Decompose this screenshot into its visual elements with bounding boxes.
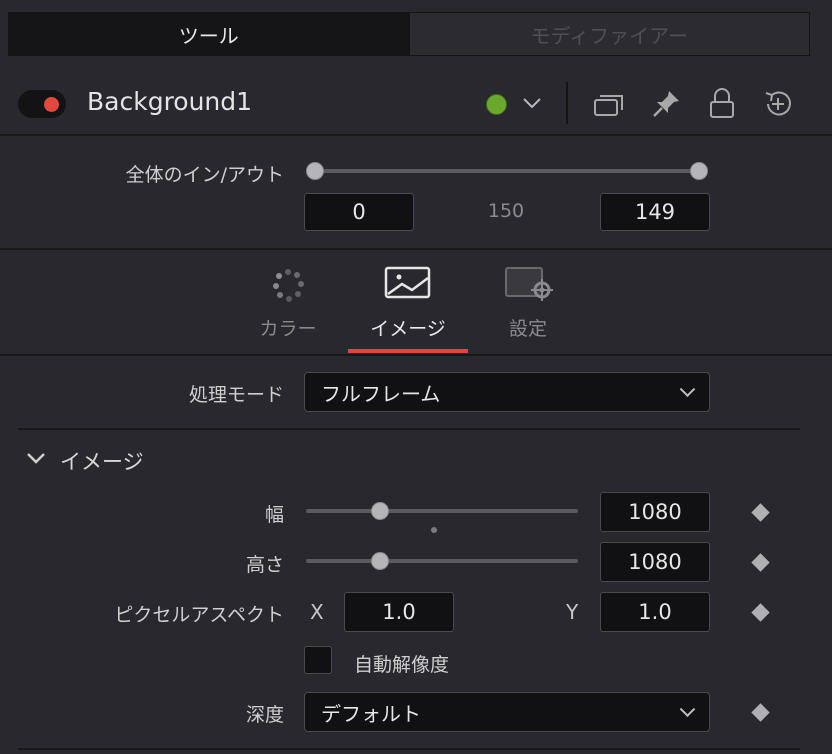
in-out-range-track[interactable] (315, 169, 700, 173)
tool-header: Background1 (0, 72, 832, 136)
tabs-divider (0, 354, 832, 356)
reset-icon[interactable] (762, 88, 794, 120)
tool-name: Background1 (87, 87, 253, 116)
tool-color-dot[interactable] (486, 94, 507, 115)
collapse-chevron-icon[interactable] (26, 450, 46, 466)
auto-resolution-label: 自動解像度 (354, 654, 450, 676)
active-tab-underline (348, 349, 468, 353)
pin-icon[interactable] (650, 88, 682, 120)
in-handle[interactable] (306, 162, 324, 180)
image-section-title: イメージ (60, 450, 144, 474)
color-tab-icon (273, 269, 304, 302)
tab-settings-label: 設定 (508, 318, 547, 340)
chevron-down-icon (679, 701, 696, 718)
width-slider-track[interactable] (306, 509, 578, 513)
section-divider (0, 248, 832, 250)
width-keyframe-icon[interactable] (751, 503, 770, 522)
tab-image-label: イメージ (370, 318, 446, 340)
in-out-label: 全体のイン/アウト (125, 164, 284, 186)
auto-resolution-checkbox[interactable] (304, 646, 332, 674)
tool-enable-toggle[interactable] (18, 90, 66, 118)
lock-icon[interactable] (708, 86, 736, 120)
width-default-marker (431, 527, 437, 533)
tab-color[interactable]: カラー (258, 258, 318, 344)
depth-value: デフォルト (321, 701, 421, 726)
depth-dropdown[interactable]: デフォルト (304, 692, 710, 732)
height-slider-knob[interactable] (371, 552, 389, 570)
out-handle[interactable] (690, 162, 708, 180)
process-mode-dropdown[interactable]: フルフレーム (304, 372, 710, 412)
width-field[interactable]: 1080 (600, 492, 710, 532)
settings-tab-icon (505, 267, 553, 301)
tab-image[interactable]: イメージ (348, 258, 468, 354)
pixel-aspect-label: ピクセルアスペクト (114, 604, 284, 626)
height-slider-track[interactable] (306, 559, 578, 563)
in-field[interactable]: 0 (304, 193, 414, 231)
pixel-aspect-x-field[interactable]: 1.0 (344, 592, 454, 632)
width-label: 幅 (264, 504, 284, 526)
pixel-aspect-y-label: Y (566, 600, 579, 624)
header-separator (566, 82, 568, 124)
image-tab-icon (384, 266, 431, 299)
chevron-down-icon[interactable] (522, 96, 542, 110)
depth-keyframe-icon[interactable] (751, 703, 770, 722)
tab-settings[interactable]: 設定 (496, 258, 560, 344)
top-tabs: ツール モディファイアー (8, 12, 810, 56)
pixel-aspect-x-label: X (310, 600, 324, 624)
tab-color-label: カラー (259, 318, 317, 340)
pixel-aspect-y-field[interactable]: 1.0 (600, 592, 710, 632)
section-divider-image (18, 428, 800, 430)
out-field[interactable]: 149 (600, 193, 710, 231)
height-keyframe-icon[interactable] (751, 553, 770, 572)
width-slider-knob[interactable] (371, 502, 389, 520)
height-label: 高さ (245, 554, 284, 576)
pixel-aspect-keyframe-icon[interactable] (751, 603, 770, 622)
bottom-divider (18, 748, 800, 750)
versions-icon[interactable] (593, 92, 625, 118)
tab-modifiers[interactable]: モディファイアー (409, 12, 810, 56)
depth-label: 深度 (245, 704, 284, 726)
duration-value: 150 (487, 200, 525, 222)
chevron-down-icon (679, 381, 696, 398)
toggle-indicator (44, 97, 59, 112)
process-mode-value: フルフレーム (321, 381, 441, 406)
height-field[interactable]: 1080 (600, 542, 710, 582)
process-mode-label: 処理モード (188, 384, 284, 406)
tab-tools[interactable]: ツール (8, 12, 410, 56)
